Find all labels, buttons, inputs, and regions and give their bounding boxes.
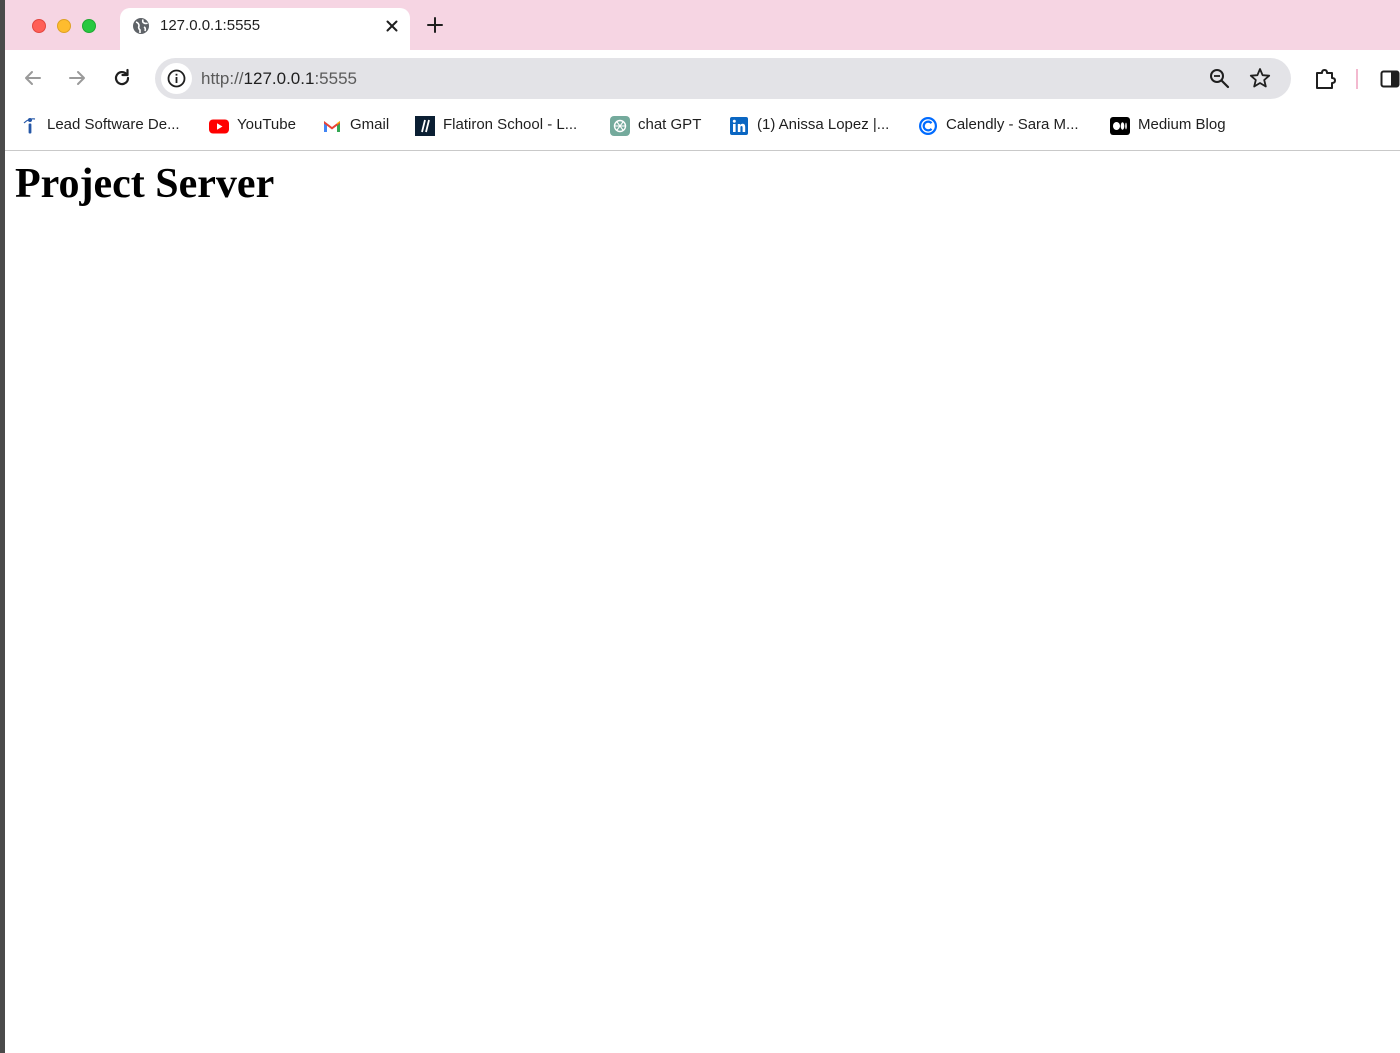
medium-icon	[1110, 117, 1130, 135]
address-bar[interactable]: http://127.0.0.1:5555	[155, 58, 1291, 99]
bookmarks-bar: Lead Software De... YouTube Gmail Flatir…	[5, 107, 1400, 151]
bookmark-label: Medium Blog	[1138, 116, 1226, 133]
url-port: :5555	[314, 69, 357, 88]
chatgpt-icon	[610, 116, 630, 136]
minimize-window-button[interactable]	[57, 19, 71, 33]
reload-icon[interactable]	[111, 67, 133, 89]
tab-title: 127.0.0.1:5555	[160, 17, 261, 34]
bookmark-label: YouTube	[237, 116, 296, 133]
bookmark-label: Gmail	[350, 116, 390, 133]
url-host: 127.0.0.1	[243, 69, 315, 88]
bookmark-label: Calendly - Sara M...	[946, 116, 1079, 133]
bookmark-star-icon[interactable]	[1249, 67, 1271, 89]
maximize-window-button[interactable]	[82, 19, 96, 33]
youtube-icon	[209, 119, 229, 134]
close-window-button[interactable]	[32, 19, 46, 33]
calendly-icon	[919, 117, 937, 135]
forward-arrow-icon[interactable]	[66, 67, 88, 89]
toolbar-divider	[1356, 69, 1358, 89]
tab-strip: 127.0.0.1:5555	[5, 0, 1400, 50]
bookmark-label: Lead Software De...	[47, 116, 180, 133]
globe-icon	[133, 18, 149, 34]
active-tab[interactable]: 127.0.0.1:5555	[120, 8, 410, 50]
site-info-button[interactable]	[161, 63, 192, 94]
extensions-puzzle-icon[interactable]	[1313, 67, 1337, 91]
info-icon	[167, 69, 186, 88]
bookmark-label: chat GPT	[638, 116, 702, 133]
zoom-out-icon[interactable]	[1209, 68, 1230, 89]
browser-toolbar: http://127.0.0.1:5555	[5, 50, 1400, 107]
side-panel-icon[interactable]	[1380, 69, 1400, 89]
tab-close-button[interactable]	[382, 16, 402, 36]
url-scheme: http://	[201, 69, 244, 88]
page-content: Project Server	[5, 151, 1400, 1053]
close-icon	[386, 20, 398, 32]
back-arrow-icon[interactable]	[22, 67, 44, 89]
indeed-icon	[23, 118, 36, 134]
browser-window: 127.0.0.1:5555 http://127.0.0.1:5555 Lea…	[5, 0, 1400, 1053]
url-text[interactable]: http://127.0.0.1:5555	[201, 68, 357, 89]
bookmark-label: (1) Anissa Lopez |...	[757, 116, 890, 133]
plus-icon	[427, 17, 443, 33]
bookmark-label: Flatiron School - L...	[443, 116, 578, 133]
page-title: Project Server	[15, 161, 275, 207]
new-tab-button[interactable]	[424, 13, 446, 37]
gmail-icon	[324, 121, 340, 132]
linkedin-icon	[730, 117, 748, 135]
flatiron-icon	[415, 116, 435, 136]
